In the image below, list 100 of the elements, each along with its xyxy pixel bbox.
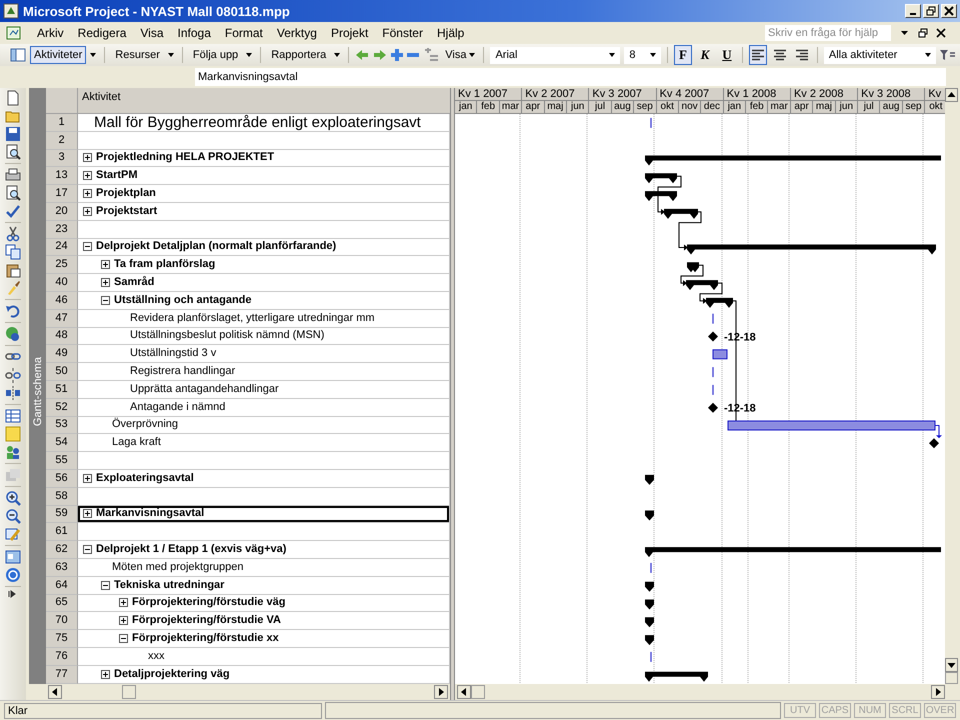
expand-toggle[interactable] — [83, 509, 92, 518]
undo-icon[interactable] — [5, 303, 21, 319]
card-icon[interactable] — [5, 549, 21, 565]
caret-icon[interactable] — [901, 31, 908, 35]
task-name-cell[interactable] — [78, 452, 450, 470]
menu-item[interactable]: Format — [218, 26, 270, 40]
task-name-cell[interactable]: Mall för Byggherreområde enligt exploateringsavt — [78, 114, 450, 132]
row-number[interactable]: 58 — [46, 488, 78, 506]
row-number[interactable]: 59 — [46, 506, 78, 524]
row-number[interactable]: 62 — [46, 541, 78, 559]
task-name-cell[interactable]: Utställningstid 3 v — [78, 345, 450, 364]
row-number[interactable]: 75 — [46, 630, 78, 648]
row-number[interactable]: 46 — [46, 292, 78, 310]
menu-item[interactable]: Visa — [133, 26, 171, 40]
help-icon[interactable] — [5, 567, 21, 583]
milestone-marker[interactable] — [929, 438, 939, 448]
guide-button[interactable]: Rapportera — [267, 46, 330, 64]
summary-bar[interactable] — [687, 244, 936, 254]
guide-button[interactable]: Aktiviteter — [30, 46, 86, 64]
task-name-cell[interactable]: Antagande i nämnd — [78, 398, 450, 417]
row-number[interactable]: 54 — [46, 434, 78, 452]
row-number[interactable]: 56 — [46, 470, 78, 488]
pencil-icon[interactable] — [5, 526, 21, 542]
spellcheck-icon[interactable] — [5, 203, 21, 219]
printer-icon[interactable] — [5, 167, 21, 183]
summary-bar[interactable] — [645, 600, 654, 610]
row-number[interactable]: 13 — [46, 167, 78, 186]
task-name-cell[interactable]: Markanvisningsavtal — [78, 506, 450, 524]
expand-toggle[interactable] — [83, 206, 92, 216]
align-left-button[interactable] — [748, 45, 767, 65]
task-name-cell[interactable]: StartPM — [78, 167, 450, 186]
paste-icon[interactable] — [5, 262, 21, 278]
summary-bar[interactable] — [686, 280, 718, 290]
task-name-cell[interactable]: Delprojekt 1 / Etapp 1 (exvis väg+va) — [78, 541, 450, 559]
summary-bar[interactable] — [645, 173, 677, 184]
row-number[interactable]: 48 — [46, 328, 78, 346]
task-name-cell[interactable]: Tekniska utredningar — [78, 576, 450, 595]
row-number[interactable]: 50 — [46, 363, 78, 381]
menu-item[interactable]: Hjälp — [430, 26, 472, 40]
scroll-thumb[interactable] — [122, 685, 136, 699]
expand-toggle[interactable] — [101, 260, 110, 270]
caret-icon[interactable] — [334, 53, 340, 57]
menu-item[interactable]: Redigera — [70, 26, 134, 40]
guide-button[interactable]: Resurser — [111, 46, 164, 64]
row-number[interactable]: 47 — [46, 310, 78, 328]
summary-bar[interactable] — [645, 156, 941, 166]
task-name-cell[interactable]: xxx — [78, 648, 450, 666]
row-number[interactable]: 23 — [46, 220, 78, 239]
menu-item[interactable]: Fönster — [375, 26, 430, 40]
row-number[interactable]: 51 — [46, 380, 78, 399]
show-menu-button[interactable]: Visa — [443, 49, 478, 61]
task-name-cell[interactable]: Revidera planförslaget, ytterligare utredningar mm — [78, 310, 450, 328]
format-button[interactable]: F — [674, 45, 692, 65]
summary-bar[interactable] — [706, 298, 733, 308]
row-number[interactable]: 77 — [46, 666, 78, 684]
restore-icon[interactable] — [918, 28, 928, 38]
globe-icon[interactable] — [5, 326, 21, 342]
summary-bar[interactable] — [645, 510, 654, 520]
split-icon[interactable] — [5, 385, 21, 401]
filter-dropdown[interactable]: Alla aktiviteter — [824, 46, 936, 64]
task-name-cell[interactable]: Förprojektering/förstudie VA — [78, 612, 450, 630]
collapse-toggle[interactable] — [83, 242, 92, 252]
close-icon[interactable] — [936, 28, 946, 38]
task-bar[interactable] — [728, 420, 936, 430]
column-header[interactable]: Aktivitet — [78, 88, 450, 114]
close-button[interactable] — [941, 4, 957, 18]
task-name-cell[interactable]: Överprövning — [78, 416, 450, 434]
task-name-cell[interactable]: Utställning och antagande — [78, 292, 450, 310]
scroll-left-button[interactable] — [48, 685, 62, 699]
task-name-cell[interactable] — [78, 132, 450, 150]
task-name-cell[interactable]: Förprojektering/förstudie väg — [78, 594, 450, 612]
task-name-cell[interactable]: Projektstart — [78, 202, 450, 221]
task-name-cell[interactable]: Upprätta antagandehandlingar — [78, 380, 450, 399]
task-name-cell[interactable]: Registrera handlingar — [78, 363, 450, 381]
menu-item[interactable]: Arkiv — [30, 26, 71, 40]
summary-bar[interactable] — [664, 208, 698, 219]
task-name-cell[interactable]: Utställningsbeslut politisk nämnd (MSN) — [78, 328, 450, 346]
row-number[interactable]: 65 — [46, 594, 78, 612]
task-name-cell[interactable]: Delprojekt Detaljplan (normalt planförfarande) — [78, 238, 450, 256]
table-icon[interactable] — [5, 408, 21, 424]
row-number[interactable]: 53 — [46, 416, 78, 434]
summary-bar[interactable] — [645, 617, 654, 628]
row-number[interactable]: 3 — [46, 150, 78, 168]
task-name-cell[interactable]: Laga kraft — [78, 434, 450, 452]
row-number[interactable]: 52 — [46, 398, 78, 417]
format-button[interactable]: U — [718, 45, 736, 65]
expand-toggle[interactable] — [83, 189, 92, 198]
unlink-icon[interactable] — [5, 367, 21, 383]
task-name-cell[interactable] — [78, 523, 450, 542]
row-number[interactable]: 20 — [46, 202, 78, 221]
scroll-left-button[interactable] — [457, 685, 471, 699]
entry-field[interactable]: Markanvisningsavtal — [195, 68, 946, 86]
caret-icon[interactable] — [168, 53, 174, 57]
row-number[interactable]: 55 — [46, 452, 78, 470]
expand-toggle[interactable] — [101, 278, 110, 288]
menu-item[interactable]: Verktyg — [270, 26, 324, 40]
menu-item[interactable]: Infoga — [170, 26, 218, 40]
collapse-toggle[interactable] — [101, 580, 110, 590]
plus-icon[interactable] — [391, 49, 404, 61]
caret-icon[interactable] — [90, 53, 96, 57]
